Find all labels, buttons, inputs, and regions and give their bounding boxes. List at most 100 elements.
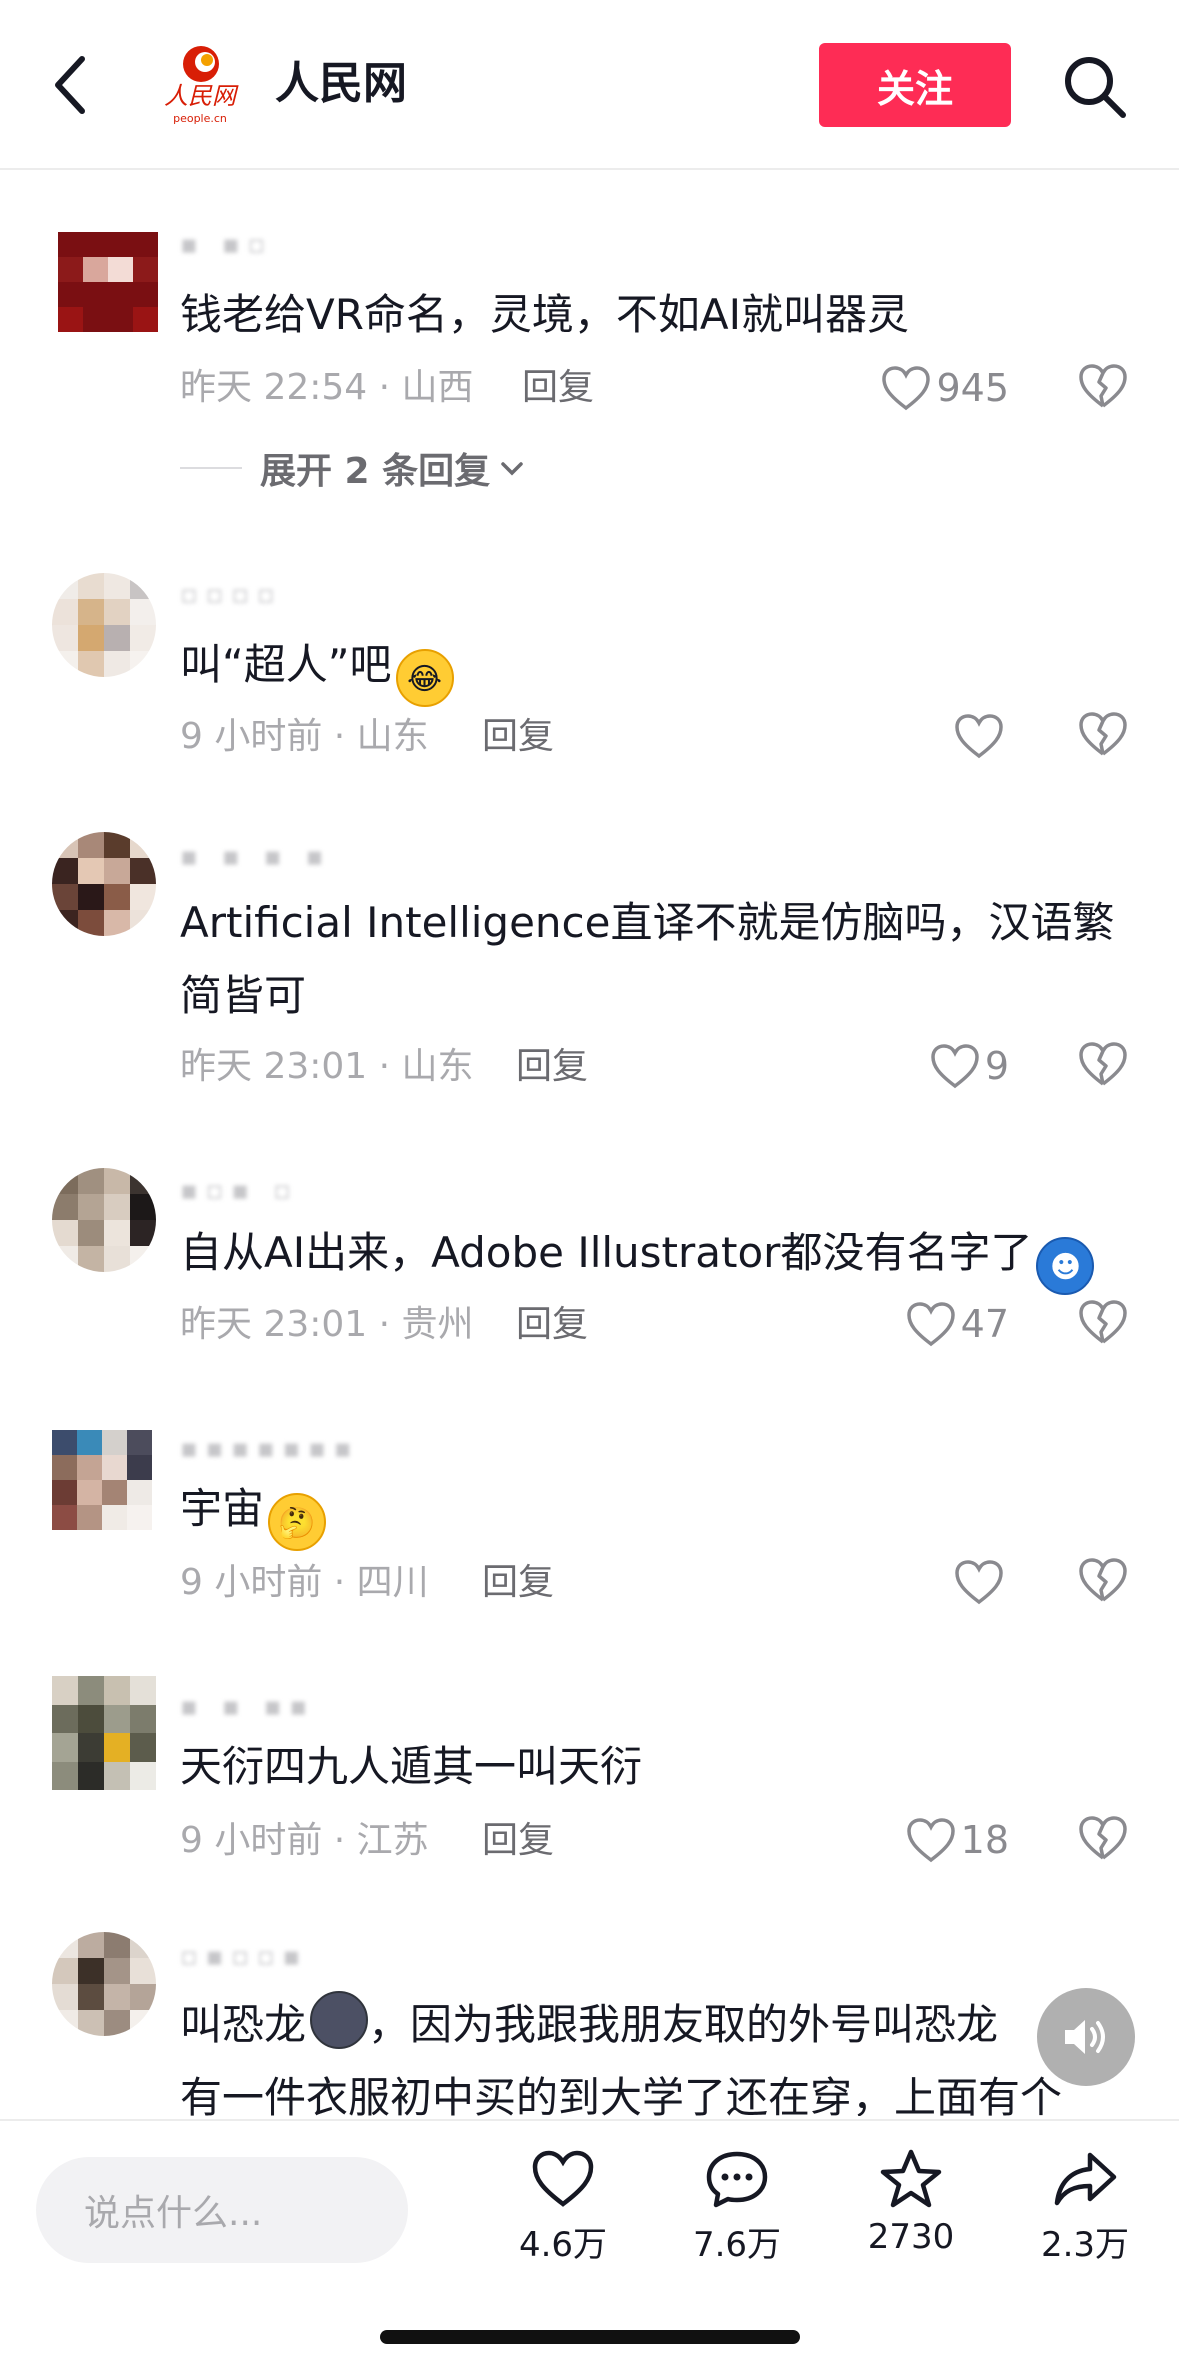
avatar[interactable] — [52, 1676, 156, 1790]
reply-button[interactable]: 回复 — [482, 1816, 554, 1866]
blue-hair-emoji-icon: ☻ — [1036, 1237, 1095, 1295]
comment-meta: 9 小时前 · 江苏 — [180, 1820, 429, 1861]
people-daily-logo-icon: 人民网 people.cn — [164, 46, 239, 125]
heart-icon — [906, 1818, 955, 1863]
heart-icon — [532, 2150, 594, 2207]
favorite-action-button[interactable]: 2730 — [846, 2149, 976, 2257]
avatar[interactable] — [52, 573, 156, 677]
like-button[interactable] — [953, 708, 1009, 764]
comment-text: 叫“超人”吧 😂 — [180, 628, 1120, 707]
broken-heart-icon — [1079, 1300, 1127, 1344]
broken-heart-icon — [1079, 364, 1127, 408]
account-name[interactable]: 人民网 — [275, 52, 407, 116]
search-icon — [1065, 57, 1126, 118]
reply-button[interactable]: 回复 — [482, 1558, 554, 1608]
reply-button[interactable]: 回复 — [516, 1300, 588, 1350]
back-button[interactable] — [40, 45, 100, 125]
broken-heart-icon — [1079, 1816, 1127, 1860]
favorite-count: 2730 — [867, 2217, 955, 2257]
comment-meta: 昨天 22:54 · 山西 — [180, 367, 474, 408]
follow-button[interactable]: 关注 — [819, 43, 1011, 127]
comment-text: 宇宙 🤔 — [180, 1472, 1120, 1551]
share-arrow-icon — [1054, 2152, 1117, 2206]
reply-button[interactable]: 回复 — [482, 712, 554, 762]
broken-heart-icon — [1079, 712, 1127, 756]
comment-action-button[interactable]: 7.6万 — [672, 2149, 802, 2266]
avatar[interactable] — [52, 1168, 156, 1272]
thinking-face-emoji-icon: 🤔 — [268, 1493, 327, 1551]
like-button[interactable] — [953, 1554, 1009, 1610]
comment-meta: 昨天 23:01 · 贵州 — [180, 1304, 474, 1345]
dislike-button[interactable] — [1077, 1814, 1133, 1870]
dislike-button[interactable] — [1077, 1556, 1133, 1612]
star-icon — [880, 2149, 942, 2208]
username-obscured[interactable]: ▪ ▪ ▪▪ — [180, 1692, 315, 1722]
like-count: 47 — [960, 1302, 1009, 1346]
username-obscured[interactable]: ▪ ▪▫ — [180, 230, 273, 260]
home-indicator[interactable] — [380, 2330, 800, 2344]
username-obscured[interactable]: ▪ ▪ ▪ ▪ — [180, 842, 331, 872]
like-button[interactable]: 47 — [905, 1296, 1009, 1352]
comment-bubble-icon — [706, 2151, 768, 2208]
comment-meta: 9 小时前 · 四川 — [180, 1562, 429, 1603]
comment-text: 自从AI出来，Adobe Illustrator都没有名字了 ☻ — [180, 1216, 1160, 1295]
share-action-button[interactable]: 2.3万 — [1020, 2149, 1150, 2266]
like-count: 945 — [936, 366, 1009, 410]
comment-text-content: 叫“超人”吧 — [180, 640, 392, 689]
broken-heart-icon — [1079, 1042, 1127, 1086]
dislike-button[interactable] — [1077, 710, 1133, 766]
dislike-button[interactable] — [1077, 1040, 1133, 1096]
top-bar: 人民网 people.cn 人民网 关注 — [0, 0, 1179, 170]
heart-icon — [931, 1044, 979, 1089]
comment-text-content: ，因为我跟我朋友取的外号叫恐龙 — [368, 2000, 999, 2049]
like-count: 9 — [984, 1044, 1009, 1088]
dislike-button[interactable] — [1077, 362, 1133, 418]
comment-text-content: 宇宙 — [180, 1484, 265, 1533]
divider — [180, 467, 242, 469]
comment-text: 钱老给VR命名，灵境，不如AI就叫器灵 — [180, 290, 910, 339]
sound-toggle-button[interactable] — [1037, 1988, 1135, 2086]
like-button[interactable]: 18 — [905, 1812, 1009, 1868]
comment-text-content: 自从AI出来，Adobe Illustrator都没有名字了 — [180, 1228, 1033, 1277]
chevron-down-icon — [501, 462, 523, 476]
like-count: 4.6万 — [518, 2225, 608, 2265]
comment-text-line: 有一件衣服初中买的到大学了还在穿，上面有个 — [180, 2073, 1063, 2116]
comment-meta: 昨天 23:01 · 山东 — [180, 1046, 474, 1087]
heart-icon — [882, 366, 931, 411]
speaker-icon — [1065, 2020, 1105, 2054]
avatar[interactable] — [52, 1430, 152, 1530]
comment-count: 7.6万 — [692, 2225, 782, 2265]
comment-text: 叫恐龙 ，因为我跟我朋友取的外号叫恐龙 有一件衣服初中买的到大学了还在穿，上面有个 — [180, 1988, 1160, 2116]
avatar[interactable] — [52, 1932, 156, 2036]
comment-text: 天衍四九人遁其一叫天衍 — [180, 1742, 643, 1791]
username-obscured[interactable]: ▫▫▫▫ — [180, 580, 282, 610]
comment-meta: 9 小时前 · 山东 — [180, 716, 429, 757]
avatar[interactable] — [52, 832, 156, 936]
share-count: 2.3万 — [1040, 2225, 1130, 2265]
like-button[interactable]: 9 — [929, 1038, 1009, 1094]
broken-heart-icon — [1079, 1558, 1127, 1602]
avatar[interactable] — [58, 232, 158, 332]
chevron-left-icon — [55, 56, 85, 114]
heart-icon — [906, 1302, 955, 1347]
username-obscured[interactable]: ▪▪▪▪▪▪▪ — [180, 1434, 359, 1464]
laughing-crying-emoji-icon: 😂 — [395, 649, 454, 707]
like-button[interactable]: 945 — [880, 360, 1009, 416]
search-button[interactable] — [1060, 52, 1130, 122]
like-action-button[interactable]: 4.6万 — [498, 2149, 628, 2266]
reply-button[interactable]: 回复 — [516, 1042, 588, 1092]
comment-input[interactable]: 说点什么... — [36, 2157, 408, 2263]
heart-icon — [955, 714, 1003, 759]
like-count: 18 — [960, 1818, 1009, 1862]
username-obscured[interactable]: ▪▫▪ ▫ — [180, 1176, 299, 1206]
account-logo[interactable]: 人民网 people.cn — [155, 38, 245, 128]
expand-replies-button[interactable]: 展开 2 条回复 — [180, 442, 526, 494]
logo-subtext: people.cn — [173, 112, 227, 125]
comment-text-content: 叫恐龙 — [180, 2000, 307, 2049]
reply-button[interactable]: 回复 — [522, 363, 594, 413]
new-moon-face-emoji-icon — [310, 1991, 369, 2049]
expand-replies-label: 展开 2 条回复 — [260, 451, 491, 492]
username-obscured[interactable]: ▫▪▫▫▪ — [180, 1942, 308, 1972]
dislike-button[interactable] — [1077, 1298, 1133, 1354]
comment-text: Artificial Intelligence直译不就是仿脑吗，汉语繁简皆可 — [180, 898, 1115, 1020]
